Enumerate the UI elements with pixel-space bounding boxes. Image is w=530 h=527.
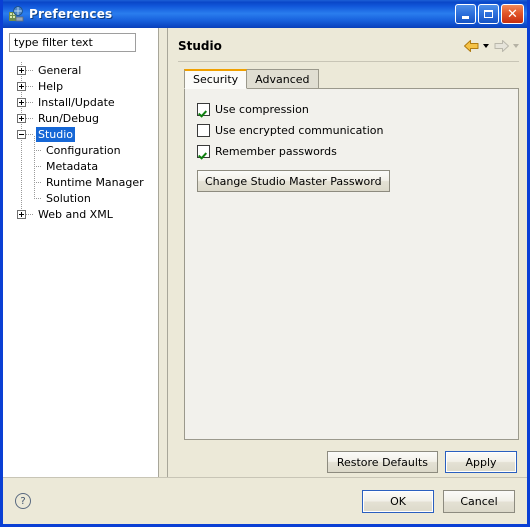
tree-item-label: Metadata bbox=[46, 159, 99, 173]
tree-item-help[interactable]: Help bbox=[7, 78, 158, 94]
tree-connector bbox=[26, 213, 34, 215]
tree-connector bbox=[34, 181, 42, 183]
tree-connector bbox=[26, 69, 34, 71]
header-separator bbox=[178, 61, 519, 62]
checkbox-label: Use compression bbox=[215, 102, 309, 116]
checkbox-label: Use encrypted communication bbox=[215, 123, 384, 137]
checkbox-row[interactable]: Use encrypted communication bbox=[197, 120, 508, 140]
tree-connector bbox=[26, 117, 34, 119]
collapse-icon[interactable] bbox=[17, 129, 26, 139]
expand-icon[interactable] bbox=[17, 113, 26, 123]
search-input[interactable] bbox=[9, 33, 136, 52]
tree-item-label: General bbox=[38, 63, 82, 77]
tree-item-install-update[interactable]: Install/Update bbox=[7, 94, 158, 110]
tree-connector bbox=[34, 149, 42, 151]
security-tab-panel: Use compression Use encrypted communicati… bbox=[184, 88, 519, 440]
apply-row: Restore Defaults Apply bbox=[178, 442, 519, 477]
tree-connector bbox=[26, 101, 34, 103]
tree-item-label: Configuration bbox=[46, 143, 121, 157]
dialog-footer: ? OK Cancel bbox=[3, 477, 527, 524]
checkbox-label: Remember passwords bbox=[215, 144, 337, 158]
back-arrow-icon bbox=[464, 40, 479, 52]
tree-connector bbox=[26, 85, 34, 87]
tree-connector bbox=[26, 133, 34, 135]
expand-icon[interactable] bbox=[17, 97, 26, 107]
window-title: Preferences bbox=[29, 7, 113, 21]
tree-item-label: Runtime Manager bbox=[46, 175, 144, 189]
tab-advanced[interactable]: Advanced bbox=[246, 69, 319, 88]
checkbox-use-compression[interactable] bbox=[197, 102, 210, 116]
checkbox-remember-passwords[interactable] bbox=[197, 144, 210, 158]
back-dropdown-caret[interactable] bbox=[483, 44, 489, 48]
pane-sash[interactable] bbox=[158, 28, 168, 477]
cancel-button[interactable]: Cancel bbox=[443, 489, 515, 513]
tree-item-metadata[interactable]: Metadata bbox=[7, 158, 158, 174]
checkbox-row[interactable]: Remember passwords bbox=[197, 141, 508, 161]
tree-item-runtime-manager[interactable]: Runtime Manager bbox=[7, 174, 158, 190]
preference-tree-pane: General Help Install/Update Run/DebugStudio… bbox=[3, 28, 158, 477]
tab-bar[interactable]: Security Advanced bbox=[178, 68, 519, 89]
checkbox-use-encrypted-communication[interactable] bbox=[197, 123, 210, 137]
tree-item-label: Help bbox=[38, 79, 64, 93]
forward-arrow-icon bbox=[494, 40, 509, 52]
title-bar[interactable]: Preferences ✕ bbox=[3, 0, 527, 28]
page-title: Studio bbox=[178, 39, 222, 53]
tree-connector bbox=[34, 197, 42, 199]
tree-connector bbox=[34, 165, 42, 167]
dialog-body: GeneralHelpInstall/UpdateRun/DebugStudio… bbox=[3, 28, 527, 477]
checkbox-row[interactable]: Use compression bbox=[197, 99, 508, 119]
tree-item-studio[interactable]: Studio bbox=[7, 126, 158, 142]
expand-icon[interactable] bbox=[17, 81, 26, 91]
minimize-icon[interactable] bbox=[455, 4, 476, 24]
forward-dropdown-caret bbox=[513, 44, 519, 48]
back-button[interactable] bbox=[463, 39, 489, 53]
tree-item-label: Web and XML bbox=[38, 207, 113, 221]
expand-icon[interactable] bbox=[17, 65, 26, 75]
tree-item-label: Solution bbox=[46, 191, 91, 205]
page-header: Studio bbox=[178, 28, 519, 60]
maximize-icon[interactable] bbox=[478, 4, 499, 24]
tree-item-run-debug[interactable]: Run/Debug bbox=[7, 110, 158, 126]
checkbox-group: Use compression Use encrypted communicati… bbox=[197, 99, 508, 161]
preference-tree[interactable]: General Help Install/Update Run/Debug Studio… bbox=[3, 62, 158, 222]
close-icon[interactable]: ✕ bbox=[501, 4, 524, 24]
tree-item-web-and-xml[interactable]: Web and XML bbox=[7, 206, 158, 222]
ok-button[interactable]: OK bbox=[362, 489, 434, 513]
preference-page-pane: Studio Security Advanced Use compression… bbox=[168, 28, 527, 477]
preferences-app-icon bbox=[8, 6, 24, 22]
restore-defaults-button[interactable]: Restore Defaults bbox=[326, 451, 438, 473]
tree-item-label: Run/Debug bbox=[38, 111, 99, 125]
help-icon[interactable]: ? bbox=[15, 493, 31, 509]
tab-security[interactable]: Security bbox=[184, 69, 248, 89]
change-studio-master-password-button[interactable]: Change Studio Master Password bbox=[197, 170, 390, 192]
tree-item-solution[interactable]: Solution bbox=[7, 190, 158, 206]
forward-button bbox=[493, 39, 519, 53]
filter-wrapper bbox=[3, 28, 158, 52]
apply-button[interactable]: Apply bbox=[445, 451, 517, 473]
tree-item-label: Install/Update bbox=[38, 95, 115, 109]
tree-item-general[interactable]: General bbox=[7, 62, 158, 78]
preferences-dialog: Preferences ✕ General Help Install/Update R… bbox=[0, 0, 530, 527]
tree-item-label: Studio bbox=[36, 126, 76, 142]
tree-item-configuration[interactable]: Configuration bbox=[7, 142, 158, 158]
expand-icon[interactable] bbox=[17, 209, 26, 219]
